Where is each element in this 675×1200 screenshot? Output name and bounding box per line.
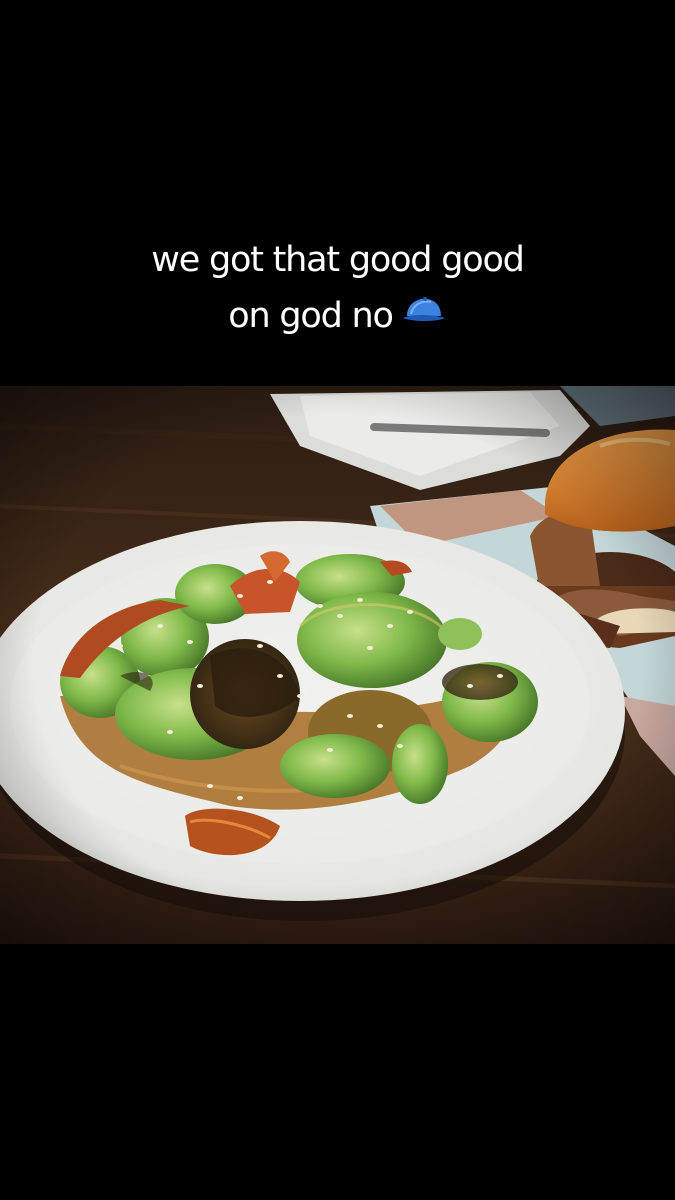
food-photo	[0, 386, 675, 944]
caption-line-2-wrap: on god no	[0, 288, 675, 345]
food-photo-illustration	[0, 386, 675, 944]
blue-cap-icon	[401, 285, 447, 341]
story-frame: we got that good good on god no	[0, 0, 675, 1200]
story-caption: we got that good good on god no	[0, 232, 675, 345]
caption-line-1: we got that good good	[151, 240, 525, 280]
caption-line-2: on god no	[228, 296, 394, 336]
